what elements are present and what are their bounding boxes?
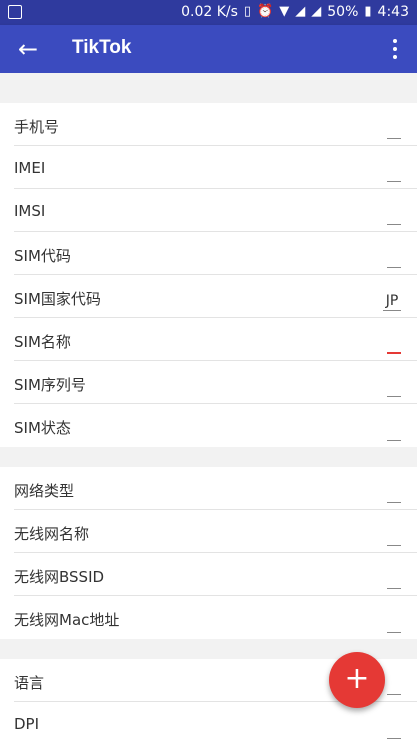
row-label: IMSI [14, 202, 46, 220]
app-bar: ← TikTok [0, 25, 417, 73]
row-label: IMEI [14, 159, 46, 177]
section-spacer [0, 73, 417, 103]
list-item[interactable]: 无线网BSSID [14, 553, 417, 596]
add-fab-button[interactable]: + [329, 652, 385, 708]
row-value-field[interactable] [387, 677, 401, 695]
row-label: 无线网BSSID [14, 568, 105, 586]
section-spacer [0, 447, 417, 467]
row-label: 无线网名称 [14, 525, 90, 543]
sim-section: 手机号 IMEI IMSI SIM代码 SIM国家代码 JP SIM名称 SIM… [0, 103, 417, 447]
row-label: DPI [14, 715, 40, 733]
row-value-field[interactable] [387, 485, 401, 503]
row-value-field[interactable] [387, 336, 401, 354]
row-value-field[interactable] [387, 250, 401, 268]
list-item[interactable]: SIM代码 [14, 232, 417, 275]
list-item[interactable]: IMEI [14, 146, 417, 189]
row-value-field[interactable] [387, 528, 401, 546]
list-item[interactable]: SIM国家代码 JP [14, 275, 417, 318]
list-item[interactable]: SIM状态 [14, 404, 417, 447]
network-speed: 0.02 K/s [181, 4, 238, 20]
notification-icon [8, 5, 22, 19]
row-label: 语言 [14, 674, 45, 692]
page-title: TikTok [72, 37, 132, 58]
list-item[interactable]: IMSI [14, 189, 417, 232]
overflow-menu-icon[interactable] [379, 31, 411, 67]
battery-icon: ▮ [364, 4, 372, 19]
vibrate-icon: ▯ [243, 4, 252, 19]
list-item[interactable]: 网络类型 [14, 467, 417, 510]
row-value-field[interactable] [387, 615, 401, 633]
network-section: 网络类型 无线网名称 无线网BSSID 无线网Mac地址 [0, 467, 417, 639]
row-value-field[interactable] [387, 721, 401, 739]
row-value-field[interactable] [387, 164, 401, 182]
clock: 4:43 [377, 4, 409, 20]
row-label: SIM名称 [14, 333, 71, 351]
back-arrow-icon[interactable]: ← [10, 31, 46, 67]
row-label: SIM序列号 [14, 376, 86, 394]
row-label: 手机号 [14, 118, 60, 136]
row-label: SIM代码 [14, 247, 71, 265]
row-value-field[interactable] [387, 379, 401, 397]
list-item[interactable]: SIM名称 [14, 318, 417, 361]
status-bar-right: 0.02 K/s ▯ ⏰ ▼ ◢ ◢ 50% ▮ 4:43 [181, 3, 409, 21]
row-value-field[interactable] [387, 423, 401, 441]
row-label: 无线网Mac地址 [14, 611, 120, 629]
wifi-icon: ▼ [279, 4, 290, 19]
row-value-field[interactable] [387, 207, 401, 225]
list-item[interactable]: 无线网名称 [14, 510, 417, 553]
battery-percent: 50% [327, 4, 359, 20]
status-bar: 0.02 K/s ▯ ⏰ ▼ ◢ ◢ 50% ▮ 4:43 [0, 0, 417, 25]
row-label: 网络类型 [14, 482, 75, 500]
row-label: SIM状态 [14, 419, 71, 437]
list-item[interactable]: DPI [14, 702, 417, 742]
list-item[interactable]: 手机号 [14, 103, 417, 146]
row-label: SIM国家代码 [14, 290, 101, 308]
signal-icon-2: ◢ [311, 4, 322, 19]
alarm-icon: ⏰ [257, 4, 274, 19]
signal-icon: ◢ [295, 4, 306, 19]
list-item[interactable]: 无线网Mac地址 [14, 596, 417, 639]
settings-list: 手机号 IMEI IMSI SIM代码 SIM国家代码 JP SIM名称 SIM… [0, 73, 417, 742]
row-value-field[interactable]: JP [383, 293, 401, 311]
row-value-field[interactable] [387, 571, 401, 589]
list-item[interactable]: SIM序列号 [14, 361, 417, 404]
row-value-field[interactable] [387, 121, 401, 139]
